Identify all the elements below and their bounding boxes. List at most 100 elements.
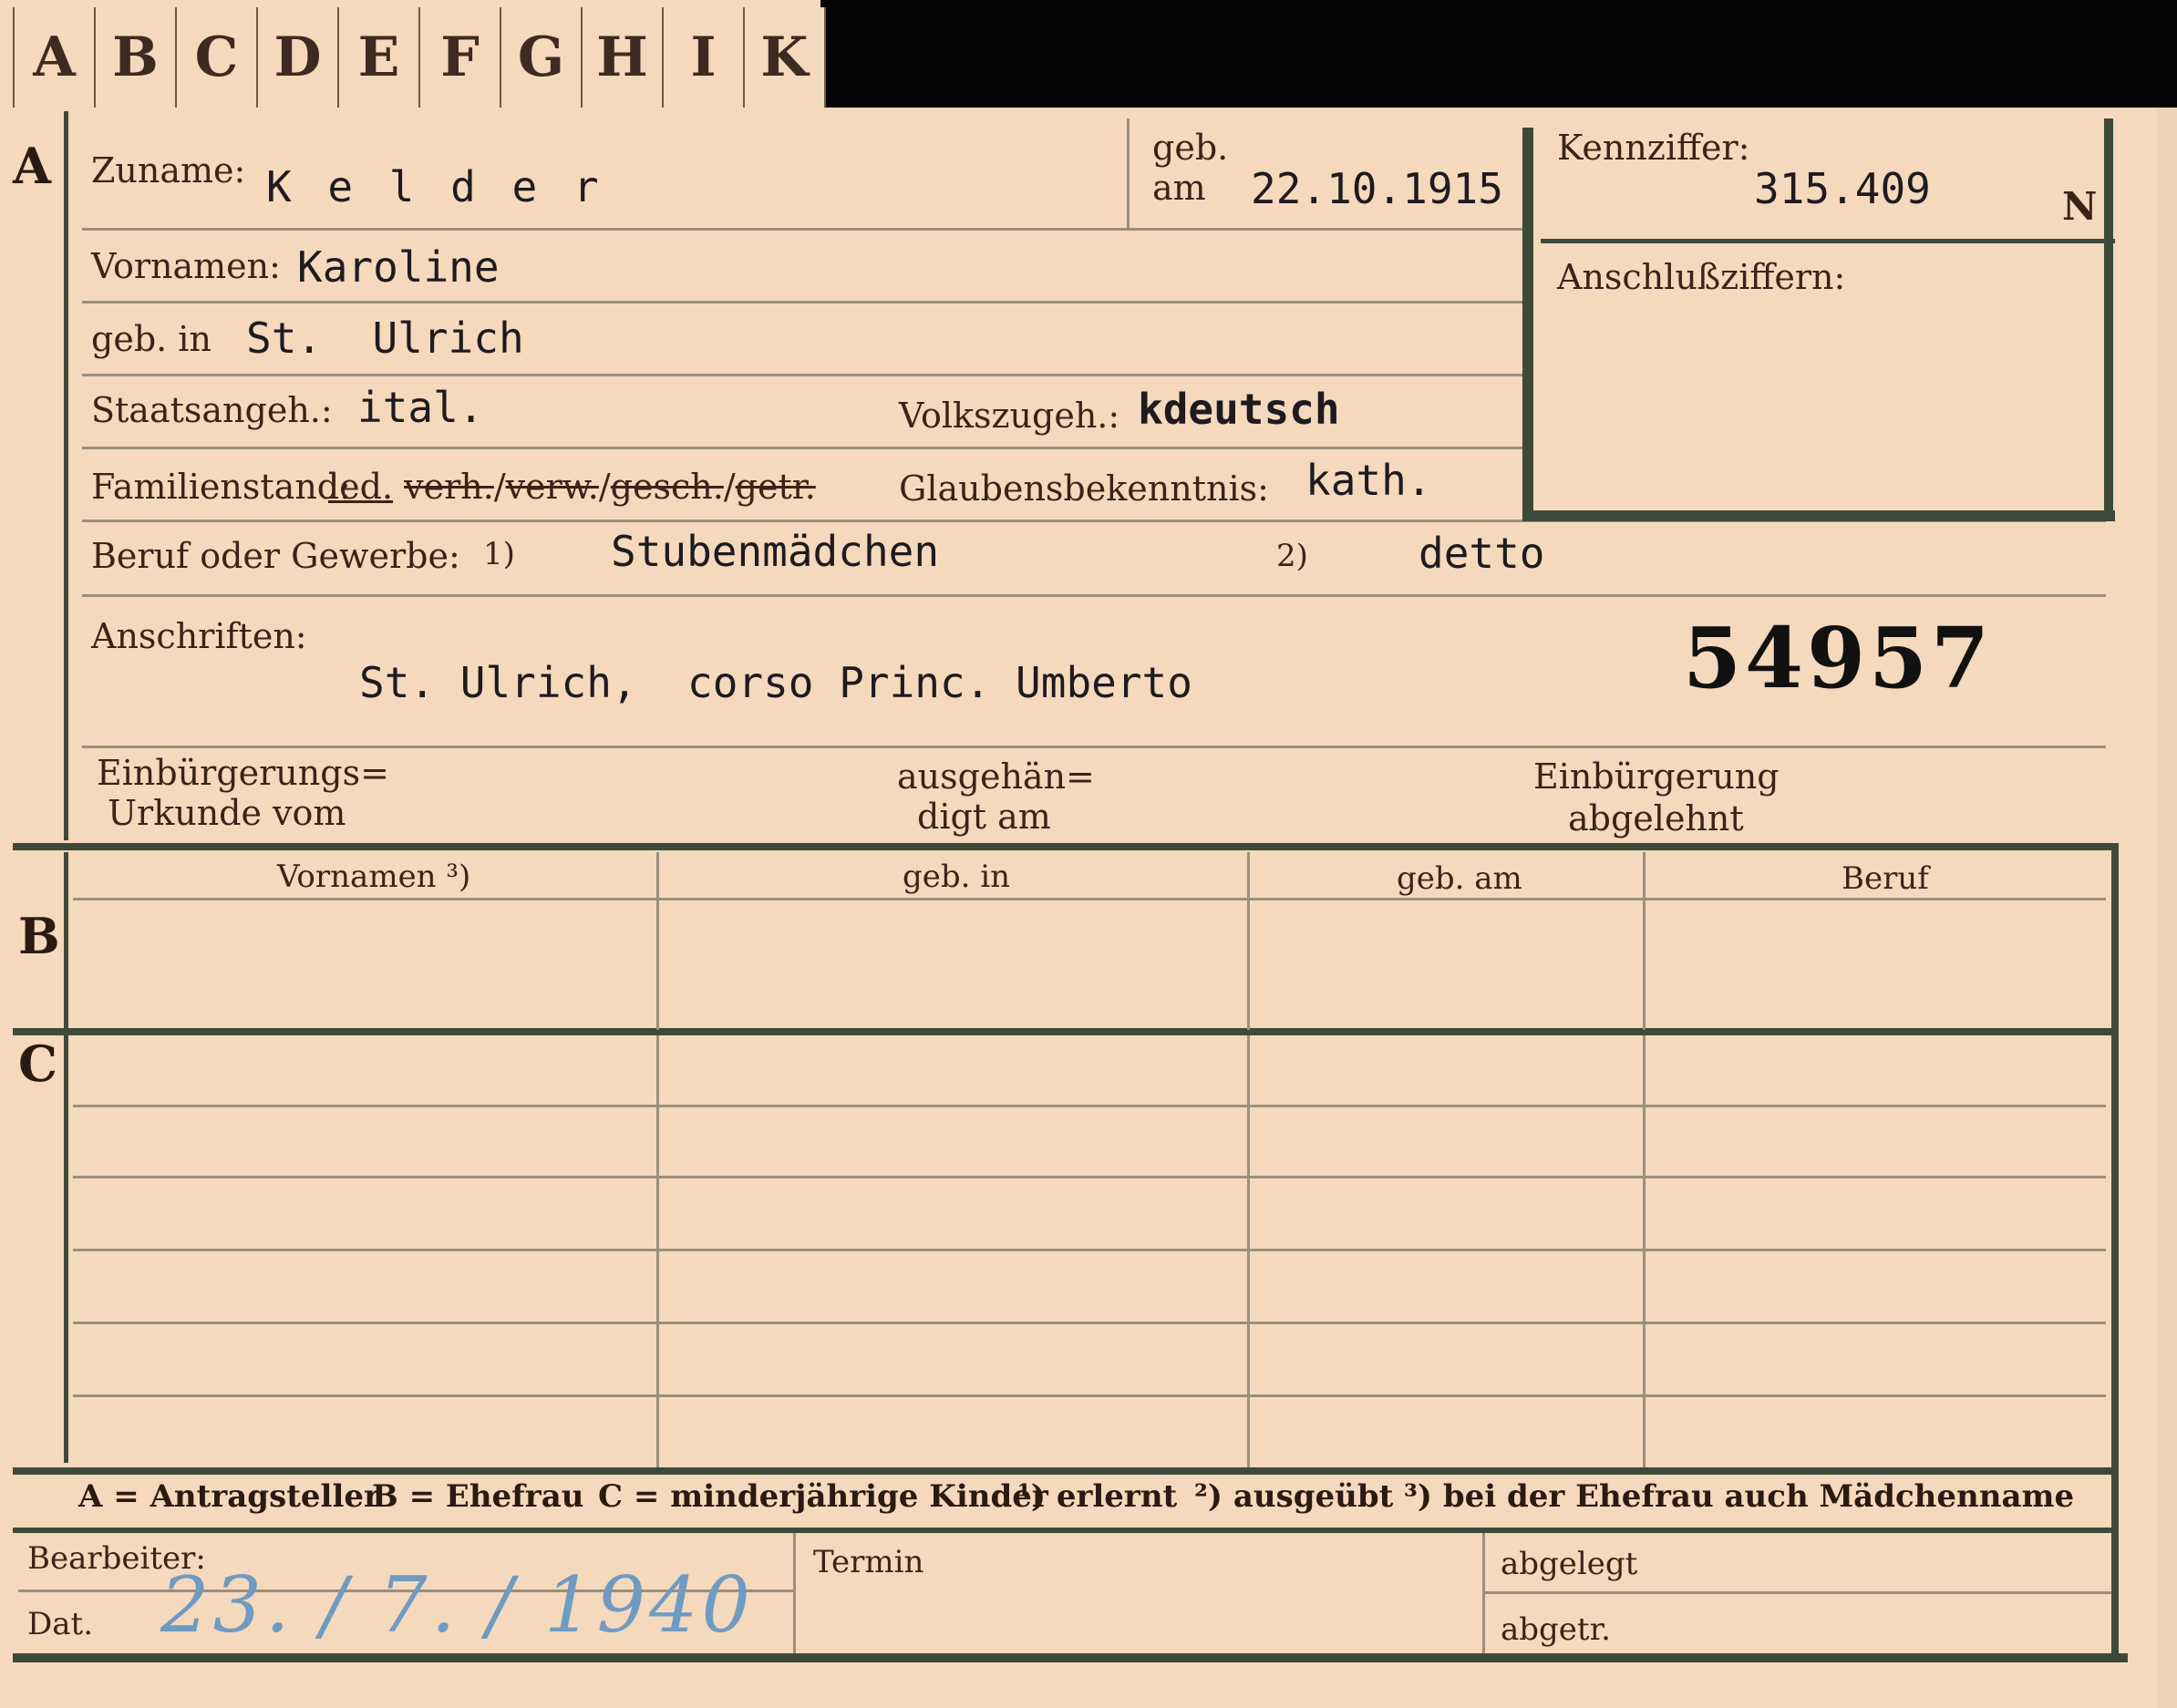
staatsangeh-value: ital. (357, 383, 484, 432)
header-divider (73, 898, 2106, 900)
zuname-label: Zuname: (91, 150, 246, 190)
column-divider (656, 1035, 659, 1467)
kennziffer-box-left (1522, 128, 1533, 520)
index-tab-k: K (745, 7, 826, 108)
grid-row (73, 1249, 2106, 1251)
divider (82, 228, 1522, 231)
einb-urkunde-label-line2: Urkunde vom (108, 793, 346, 833)
familienstand-option-verw: verw. (505, 467, 599, 507)
familienstand-option-gesch: gesch. (610, 467, 724, 507)
glaubens-label: Glaubensbekenntnis: (899, 468, 1269, 509)
volkszugeh-label: Volkszugeh.: (899, 396, 1120, 436)
kennziffer-box-right (2104, 118, 2113, 520)
section-b-letter: B (18, 907, 60, 965)
section-c-letter: C (18, 1034, 57, 1093)
legend-note-1: ¹) erlernt (1017, 1478, 1178, 1515)
column-divider (793, 1533, 796, 1653)
grid-row (73, 1105, 2106, 1107)
divider (82, 447, 1522, 449)
column-header-beruf: Beruf (1842, 860, 1929, 897)
legend-b: B = Ehefrau (372, 1478, 584, 1515)
abgelegt-label: abgelegt (1501, 1546, 1638, 1582)
index-tab-d: D (258, 7, 339, 108)
column-header-geb-in: geb. in (903, 859, 1011, 895)
grid-row (73, 1394, 2106, 1397)
legend-a: A = Antragsteller (78, 1478, 380, 1515)
column-divider (1247, 1035, 1250, 1467)
index-tab-a: A (13, 7, 96, 108)
divider (1127, 118, 1130, 228)
familienstand-option-led: led. (328, 467, 394, 507)
column-divider (1247, 852, 1250, 1030)
geb-am-label-line1: geb. (1152, 128, 1229, 168)
index-tab-h: H (583, 7, 664, 108)
index-tab-e: E (339, 7, 420, 108)
einb-abgelehnt-label-line1: Einbürgerung (1533, 756, 1780, 797)
divider (82, 594, 2106, 597)
termin-label: Termin (813, 1544, 924, 1580)
footer-bottom-rule (13, 1653, 2128, 1662)
column-header-geb-am: geb. am (1397, 860, 1522, 897)
index-tab-g: G (501, 7, 583, 108)
right-border (2111, 848, 2119, 1659)
familienstand-label: Familienstand: (91, 467, 351, 507)
zuname-value: K e l d e r (266, 162, 604, 211)
divider (82, 746, 2106, 748)
familienstand-option-getr: getr. (735, 467, 816, 507)
background-top (820, 0, 2177, 108)
einb-abgelehnt-label-line2: abgelehnt (1568, 798, 1744, 839)
divider (82, 374, 1522, 376)
vornamen-value: Karoline (297, 242, 500, 292)
anschluss-label: Anschlußziffern: (1557, 257, 1846, 297)
kennziffer-box-divider (1541, 239, 2115, 243)
abgetr-label: abgetr. (1501, 1611, 1611, 1648)
index-tab-b: B (96, 7, 177, 108)
footer-top-rule (13, 1528, 2119, 1533)
grid-row (73, 1322, 2106, 1324)
divider (1482, 1591, 2111, 1594)
dat-label: Dat. (27, 1606, 94, 1642)
column-divider (656, 852, 659, 1030)
section-a-letter: A (13, 137, 51, 195)
geb-am-value: 22.10.1915 (1251, 164, 1503, 213)
section-a-left-rule (64, 111, 68, 840)
staatsangeh-label: Staatsangeh.: (91, 390, 333, 430)
geb-in-value: St. Ulrich (246, 314, 524, 363)
column-header-vornamen: Vornamen ³) (277, 859, 471, 895)
glaubens-value: kath. (1305, 456, 1432, 505)
kennziffer-label: Kennziffer: (1557, 128, 1750, 168)
beruf-footnote-2: 2) (1276, 538, 1308, 574)
ausgeh-label-line1: ausgehän= (897, 756, 1095, 797)
index-tab-f: F (420, 7, 501, 108)
ausgeh-label-line2: digt am (917, 797, 1051, 837)
geb-am-label-line2: am (1152, 168, 1206, 208)
beruf-footnote-1: 1) (483, 536, 515, 572)
einb-urkunde-label-line1: Einbürgerungs= (97, 753, 389, 793)
kennziffer-suffix: N (2062, 184, 2098, 229)
anschriften-label: Anschriften: (91, 616, 307, 656)
grid-row (73, 1176, 2106, 1178)
stamp-number: 54957 (1683, 609, 1994, 707)
beruf-ausgeuebt-value: detto (1419, 529, 1545, 578)
kennziffer-box-bottom (1522, 510, 2115, 521)
column-divider (1643, 852, 1646, 1030)
column-divider (1643, 1035, 1646, 1467)
familienstand-options: led. verh./verw./gesch./getr. (328, 467, 816, 507)
dat-value-handwritten: 23. / 7. / 1940 (160, 1560, 754, 1650)
index-tabs: A B C D E F G H I K (13, 7, 826, 108)
legend-note-3: ³) bei der Ehefrau auch Mädchenname (1404, 1478, 2075, 1515)
index-tab-i: I (664, 7, 745, 108)
registration-card: A B C D E F G H I K A B C Zuname: K e l … (0, 0, 2177, 1708)
vornamen-label: Vornamen: (91, 246, 281, 286)
index-tab-c: C (177, 7, 258, 108)
geb-in-label: geb. in (91, 319, 212, 359)
divider (82, 301, 1522, 304)
volkszugeh-value: kdeutsch (1138, 385, 1340, 434)
legend-top-rule (13, 1467, 2119, 1475)
familienstand-option-verh: verh. (404, 467, 494, 507)
legend-note-2: ²) ausgeübt (1194, 1478, 1394, 1515)
section-c-top-rule (13, 1028, 2119, 1035)
card-edge (2157, 108, 2177, 1708)
beruf-erlernt-value: Stubenmädchen (611, 527, 940, 576)
legend-c: C = minderjährige Kinder (598, 1478, 1048, 1515)
